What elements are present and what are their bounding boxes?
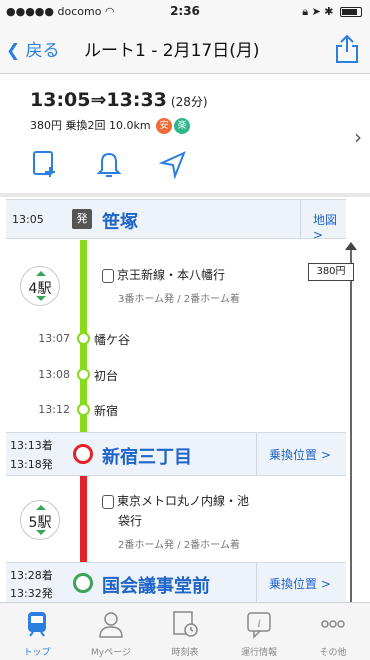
lock-icon: 🔒︎ (302, 5, 309, 18)
tab-timetable[interactable]: 時刻表 (148, 609, 222, 658)
transfer-marker (73, 573, 93, 593)
fare-line (350, 248, 352, 602)
departure-time: 13:18発 (10, 458, 53, 471)
station-count: 5駅 (28, 515, 52, 531)
battery-icon (340, 7, 362, 17)
chevron-right-icon[interactable]: › (354, 125, 362, 149)
page-title: ルート1 - 2月17日(月) (84, 41, 260, 61)
station-count: 4駅 (28, 281, 52, 297)
arrow-down-icon (36, 530, 46, 535)
transfer-station: 13:13着 13:18発 新宿三丁目 乗換位置 > (6, 432, 346, 476)
train-icon (28, 612, 46, 637)
fare: 380円 (30, 119, 62, 132)
leg1-line-name: 京王新線・本八幡行 (117, 268, 226, 282)
tab-label: Myページ (91, 648, 131, 658)
departure-time: 13:32発 (10, 587, 53, 600)
stop-marker (77, 403, 90, 416)
cheap-badge: 安 (156, 118, 173, 134)
stop-marker (77, 368, 90, 381)
location-icon: ➤ (311, 5, 321, 18)
stop-marker (77, 332, 90, 345)
tab-service-info[interactable]: i 運行情報 (222, 609, 296, 658)
arrival-time: 13:13着 (10, 439, 53, 452)
stop-time: 13:08 (38, 368, 70, 381)
origin-name: 笹塚 (102, 212, 138, 233)
leg2-line-cont: 袋行 (118, 514, 143, 528)
tab-bar: トップ Myページ 時刻表 i 運行情報 その他 (0, 602, 370, 660)
transfer-position-link[interactable]: 乗換位置 > (256, 563, 346, 603)
back-button[interactable]: ❮ 戻る (6, 36, 60, 61)
divider (0, 193, 370, 197)
duration: (28分) (170, 95, 208, 109)
distance: 10.0km (109, 119, 151, 132)
arrow-up-icon (36, 505, 46, 510)
info-icon: i (247, 612, 271, 639)
arrive-time: 13:33 (106, 89, 167, 111)
arrow-down-icon (36, 296, 46, 301)
tab-top[interactable]: トップ (0, 609, 74, 658)
arrow-up-icon (36, 271, 46, 276)
train-icon (102, 494, 114, 509)
leg2-line-name: 東京メトロ丸ノ内線・池 (117, 494, 250, 508)
transfer-position-link[interactable]: 乗換位置 > (256, 433, 346, 475)
station-count-badge: 4駅 (20, 266, 60, 306)
arrow-right-icon: ⇒ (90, 89, 107, 111)
transfer-station: 13:28着 13:32発 国会議事堂前 乗換位置 > (6, 562, 346, 603)
add-calendar-icon[interactable] (30, 149, 60, 179)
transfer-name: 新宿三丁目 (102, 447, 192, 468)
navigation-bar: ❮ 戻る ルート1 - 2月17日(月) (0, 24, 370, 74)
transfer-count: 乗換2回 (65, 119, 106, 132)
stop-time: 13:07 (38, 332, 70, 345)
share-icon[interactable] (334, 34, 360, 64)
svg-text:i: i (257, 616, 260, 630)
stop-name: 初台 (94, 369, 119, 383)
navigate-icon[interactable] (158, 149, 188, 179)
route-summary[interactable]: 13:05⇒13:33 (28分) 380円 乗換2回 10.0km 安楽 › (0, 75, 370, 193)
stop-name: 幡ケ谷 (94, 333, 131, 347)
person-icon (99, 612, 123, 638)
status-right: 🔒︎ ➤ ✱ (302, 5, 362, 19)
arrival-time: 13:28着 (10, 569, 53, 582)
tab-more[interactable]: その他 (296, 609, 370, 658)
route-times: 13:05⇒13:33 (28分) (30, 89, 208, 111)
tab-label: トップ (23, 648, 51, 658)
bluetooth-icon: ✱ (324, 5, 334, 18)
leg2-platform: 2番ホーム発 / 2番ホーム着 (118, 540, 240, 551)
leg2-line: 東京メトロ丸ノ内線・池 (102, 492, 249, 509)
tab-mypage[interactable]: Myページ (74, 609, 148, 658)
tab-label: その他 (319, 648, 347, 658)
bell-icon[interactable] (94, 149, 124, 179)
back-label: 戻る (25, 41, 60, 61)
station-count-badge: 5駅 (20, 500, 60, 540)
more-icon (321, 620, 345, 628)
timetable-icon (173, 611, 198, 637)
transfer-marker (73, 444, 93, 464)
leg1-line: 京王新線・本八幡行 (102, 266, 225, 283)
stop-time: 13:12 (38, 403, 70, 416)
depart-mark-icon: 発 (72, 209, 92, 229)
chevron-left-icon: ❮ (6, 41, 21, 61)
origin-station: 13:05 発 笹塚 地図 > (6, 199, 346, 242)
map-link[interactable]: 地図 > (300, 200, 346, 242)
arrow-up-icon (345, 242, 357, 250)
stop-name: 新宿 (94, 404, 119, 418)
fare-tag: 380円 (308, 263, 354, 281)
depart-time: 13:05 (30, 89, 91, 111)
tab-label: 運行情報 (240, 648, 277, 658)
tab-label: 時刻表 (171, 648, 199, 658)
origin-time: 13:05 (12, 213, 44, 226)
route-meta: 380円 乗換2回 10.0km 安楽 (30, 117, 191, 134)
easy-badge: 楽 (174, 118, 191, 134)
transfer-name: 国会議事堂前 (102, 576, 210, 597)
status-bar: ●●●●● docomo ◠ 2:36 🔒︎ ➤ ✱ (0, 0, 370, 24)
leg1-platform: 3番ホーム発 / 2番ホーム着 (118, 294, 240, 305)
train-icon (102, 268, 114, 283)
